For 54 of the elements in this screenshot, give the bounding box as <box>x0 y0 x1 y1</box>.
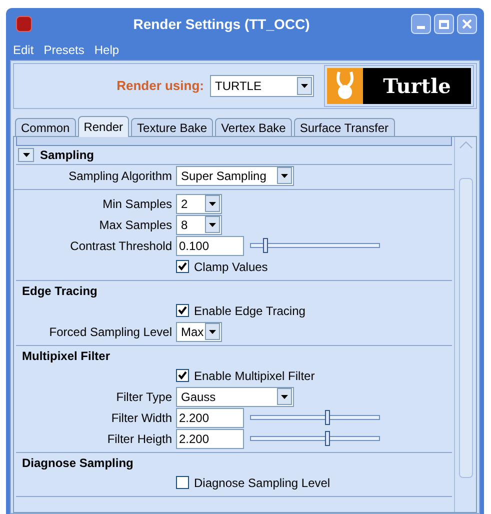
checkbox[interactable] <box>176 260 189 273</box>
dropdown[interactable]: 8 <box>176 214 222 234</box>
tab[interactable]: Texture Bake <box>131 118 214 136</box>
tab[interactable]: Render <box>78 116 130 137</box>
slider-track[interactable] <box>250 410 380 425</box>
slider-thumb[interactable] <box>262 238 268 253</box>
field-label: Sampling Algorithm <box>68 168 172 182</box>
field-label: Contrast Threshold <box>70 238 172 252</box>
dropdown[interactable]: 2 <box>176 194 222 214</box>
renderer-dropdown[interactable]: TURTLE <box>210 75 314 97</box>
menu-item[interactable]: Edit <box>13 41 34 59</box>
tab[interactable]: Common <box>15 118 76 136</box>
field-label: Filter Type <box>116 390 172 404</box>
slider-thumb[interactable] <box>325 410 330 425</box>
input-field[interactable]: 2.200 <box>176 408 244 428</box>
section-title: Edge Tracing <box>22 282 98 300</box>
maximize-button[interactable] <box>434 14 454 34</box>
logo-text: Turtle <box>382 73 452 100</box>
section-title: Sampling <box>40 147 94 164</box>
scrollbar-thumb[interactable] <box>458 178 472 478</box>
section-title: Multipixel Filter <box>22 348 110 364</box>
close-button[interactable] <box>457 14 477 34</box>
field-label: Max Samples <box>99 218 172 232</box>
field-label: Min Samples <box>102 196 172 210</box>
checkbox-label: Enable Multipixel Filter <box>194 368 315 384</box>
window-title: Render Settings (TT_OCC) <box>132 14 311 34</box>
checkbox[interactable] <box>176 476 189 489</box>
checkbox-label: Diagnose Sampling Level <box>194 474 330 492</box>
dropdown[interactable]: Super Sampling <box>176 166 294 186</box>
collapse-toggle-icon[interactable] <box>18 148 34 162</box>
dropdown[interactable]: Max <box>176 322 222 342</box>
tab[interactable]: Surface Transfer <box>294 118 395 136</box>
checkbox-label: Clamp Values <box>194 258 268 276</box>
dropdown[interactable]: Gauss <box>176 386 294 406</box>
section-title: Diagnose Sampling <box>22 454 134 472</box>
rabbit-icon <box>327 68 363 104</box>
field-label: Forced Sampling Level <box>49 324 172 338</box>
slider-track[interactable] <box>250 238 380 253</box>
minimize-button[interactable] <box>411 14 431 34</box>
tab[interactable]: Vertex Bake <box>215 118 292 136</box>
checkbox[interactable] <box>176 369 189 382</box>
menu-item[interactable]: Presets <box>44 41 84 59</box>
field-label: Filter Width <box>111 410 172 424</box>
menu-item[interactable]: Help <box>94 41 120 59</box>
slider-thumb[interactable] <box>325 431 330 446</box>
app-icon <box>16 16 32 32</box>
field-label: Filter Heigth <box>107 432 172 446</box>
input-field[interactable]: 0.100 <box>176 236 244 256</box>
checkbox[interactable] <box>176 304 189 317</box>
render-using-label: Render using: <box>116 77 204 96</box>
slider-track[interactable] <box>250 431 380 446</box>
close-icon <box>462 19 472 29</box>
checkbox-label: Enable Edge Tracing <box>194 302 306 320</box>
input-field[interactable]: 2.200 <box>176 428 244 448</box>
